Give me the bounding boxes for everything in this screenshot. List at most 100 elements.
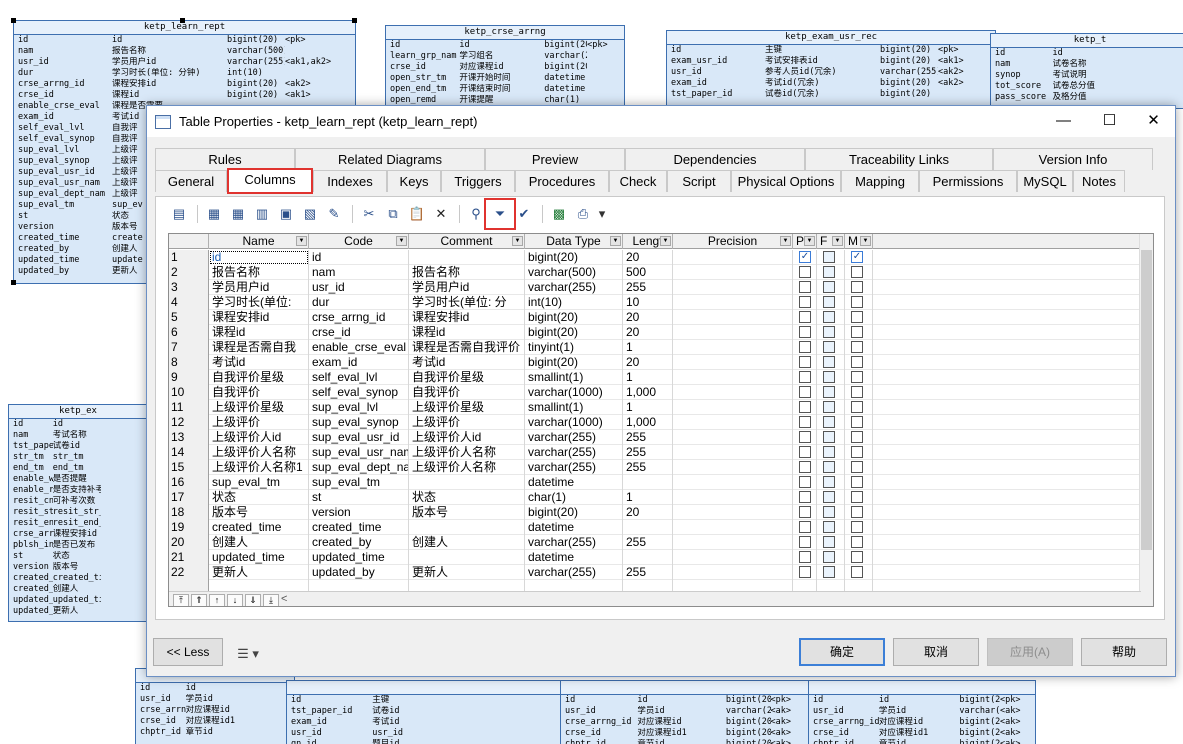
table-row[interactable]: 14 上级评价人名称 sup_eval_usr_nam 上级评价人名称 varchar(… — [169, 445, 1141, 460]
cell-len[interactable]: 1 — [623, 370, 673, 385]
checkbox-m[interactable] — [851, 491, 863, 503]
column-header-m[interactable]: M ▼ — [845, 234, 873, 249]
column-header-comment[interactable]: Comment ▼ — [409, 234, 525, 249]
cell-p[interactable] — [793, 550, 817, 565]
column-header-code[interactable]: Code ▼ — [309, 234, 409, 249]
tab-notes[interactable]: Notes — [1073, 170, 1125, 192]
customize-columns-filter-icon[interactable]: ⏷ — [484, 198, 516, 230]
cell-comment[interactable]: 课程安排id — [409, 310, 525, 325]
cell-type[interactable]: varchar(255) — [525, 430, 623, 445]
column-header-precision[interactable]: Precision ▼ — [673, 234, 793, 249]
filler-cell[interactable] — [873, 505, 1141, 520]
table-row[interactable]: 9 自我评价星级 self_eval_lvl 自我评价星级 smallint(1) 1 — [169, 370, 1141, 385]
filler-cell[interactable] — [873, 565, 1141, 580]
checkbox-f[interactable] — [823, 296, 835, 308]
cell-prec[interactable] — [673, 445, 793, 460]
cell-f[interactable] — [817, 385, 845, 400]
cell-comment[interactable]: 更新人 — [409, 565, 525, 580]
checkbox-p[interactable] — [799, 416, 811, 428]
cell-prec[interactable] — [673, 325, 793, 340]
tab-mapping[interactable]: Mapping — [841, 170, 919, 192]
cell-prec[interactable] — [673, 355, 793, 370]
cell-name[interactable]: 考试id — [209, 355, 309, 370]
cell-name[interactable]: 学习时长(单位: — [209, 295, 309, 310]
cell-name[interactable]: 更新人 — [209, 565, 309, 580]
table-row[interactable]: 15 上级评价人名称1 sup_eval_dept_na 上级评价人名称 varchar… — [169, 460, 1141, 475]
checkbox-f[interactable] — [823, 311, 835, 323]
cell-m[interactable] — [845, 475, 873, 490]
cancel-button[interactable]: 取消 — [893, 638, 979, 666]
cell-prec[interactable] — [673, 535, 793, 550]
checkbox-p[interactable] — [799, 326, 811, 338]
header-dropdown-icon[interactable]: ▼ — [512, 236, 523, 246]
tab-physical-options[interactable]: Physical Options — [731, 170, 841, 192]
help-button[interactable]: 帮助 — [1081, 638, 1167, 666]
filler-cell[interactable] — [873, 310, 1141, 325]
diagram-table-entity[interactable]: ketp_exididnam考试名称tst_paper_id试卷idstr_tm… — [8, 404, 148, 622]
cell-len[interactable]: 1 — [623, 340, 673, 355]
dropdown-arrow-icon[interactable]: ▾ — [596, 203, 608, 225]
cell-code[interactable]: crse_id — [309, 325, 409, 340]
cell-type[interactable]: bigint(20) — [525, 505, 623, 520]
tab-dependencies[interactable]: Dependencies — [625, 148, 805, 170]
checkbox-f[interactable] — [823, 491, 835, 503]
cell-p[interactable] — [793, 505, 817, 520]
checkbox-f[interactable] — [823, 386, 835, 398]
filler-cell[interactable] — [873, 490, 1141, 505]
diagram-table-entity[interactable]: ketp_t id id nam 试卷名称 synop 考试说明 tot_score 试卷总分值… — [990, 33, 1183, 109]
checkbox-p[interactable] — [799, 461, 811, 473]
cell-m[interactable] — [845, 430, 873, 445]
columns-grid[interactable]: Name ▼ Code ▼ Comment ▼ Data Type ▼ Lengt ▼ Precis… — [168, 233, 1154, 607]
cell-type[interactable]: datetime — [525, 520, 623, 535]
checkbox-m[interactable] — [851, 341, 863, 353]
checkbox-m[interactable] — [851, 311, 863, 323]
cell-type[interactable]: bigint(20) — [525, 250, 623, 265]
cell-f[interactable] — [817, 550, 845, 565]
checkbox-p[interactable] — [799, 431, 811, 443]
cell-code[interactable]: self_eval_lvl — [309, 370, 409, 385]
filler-cell[interactable] — [873, 400, 1141, 415]
diagram-table-entity[interactable]: id 主键 tst_paper_id 试卷id exam_id 考试id usr_id usr… — [286, 680, 566, 744]
cell-code[interactable]: created_time — [309, 520, 409, 535]
tab-mysql[interactable]: MySQL — [1017, 170, 1073, 192]
cell-name[interactable]: 课程安排id — [209, 310, 309, 325]
checkbox-m[interactable] — [851, 296, 863, 308]
cell-type[interactable]: varchar(1000) — [525, 385, 623, 400]
cell-code[interactable]: dur — [309, 295, 409, 310]
cell-len[interactable]: 500 — [623, 265, 673, 280]
cell-type[interactable]: varchar(255) — [525, 535, 623, 550]
tab-general[interactable]: General — [155, 170, 227, 192]
cell-code[interactable]: enable_crse_eval — [309, 340, 409, 355]
checkbox-p[interactable] — [799, 281, 811, 293]
filler-cell[interactable] — [873, 295, 1141, 310]
cell-name[interactable]: 课程是否需自我 — [209, 340, 309, 355]
cell-name[interactable]: id — [209, 250, 309, 265]
checkbox-f[interactable] — [823, 266, 835, 278]
cell-p[interactable] — [793, 520, 817, 535]
checkbox-p[interactable] — [799, 356, 811, 368]
excel-export-icon[interactable]: ▩ — [548, 203, 570, 225]
cell-prec[interactable] — [673, 565, 793, 580]
cell-p[interactable] — [793, 385, 817, 400]
cell-m[interactable] — [845, 445, 873, 460]
checkbox-f[interactable] — [823, 431, 835, 443]
cell-name[interactable]: sup_eval_tm — [209, 475, 309, 490]
cell-len[interactable]: 255 — [623, 280, 673, 295]
checkbox-m[interactable] — [851, 266, 863, 278]
cell-name[interactable]: 上级评价人名称 — [209, 445, 309, 460]
scroll-left-icon[interactable]: < — [281, 593, 287, 605]
cell-p[interactable] — [793, 565, 817, 580]
cell-f[interactable] — [817, 520, 845, 535]
cell-type[interactable]: varchar(255) — [525, 445, 623, 460]
cell-len[interactable]: 20 — [623, 505, 673, 520]
checkbox-m[interactable] — [851, 431, 863, 443]
cell-type[interactable]: bigint(20) — [525, 325, 623, 340]
cell-prec[interactable] — [673, 340, 793, 355]
cell-name[interactable]: 上级评价星级 — [209, 400, 309, 415]
cut-icon[interactable]: ✂ — [358, 203, 380, 225]
cell-prec[interactable] — [673, 460, 793, 475]
tab-keys[interactable]: Keys — [387, 170, 441, 192]
cell-name[interactable]: 上级评价 — [209, 415, 309, 430]
cell-name[interactable]: 自我评价星级 — [209, 370, 309, 385]
checkbox-f[interactable] — [823, 566, 835, 578]
